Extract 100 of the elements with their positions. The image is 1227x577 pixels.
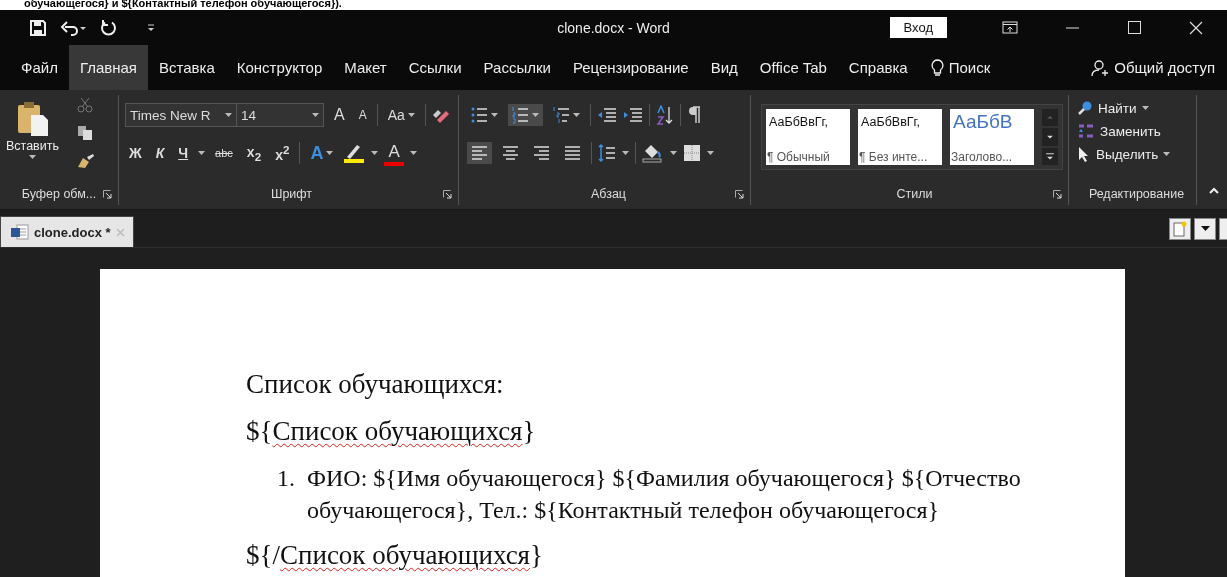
customize-toolbar-icon[interactable] bbox=[146, 22, 156, 33]
caret-icon bbox=[1200, 226, 1210, 231]
close-icon[interactable] bbox=[1189, 20, 1203, 35]
editing-button[interactable]: Найти bbox=[1077, 100, 1171, 116]
format-button[interactable]: Ч bbox=[174, 145, 193, 161]
grow-font-button[interactable]: A bbox=[330, 106, 349, 124]
text-align-icon bbox=[502, 144, 519, 162]
highlighter-icon[interactable] bbox=[343, 143, 366, 163]
format-button[interactable]: К bbox=[151, 145, 169, 161]
font-size-dropdown[interactable]: 14 bbox=[236, 103, 324, 127]
ribbon-tab[interactable]: Ссылки bbox=[397, 45, 473, 90]
copy-icon[interactable] bbox=[77, 125, 93, 141]
dialog-launcher-icon[interactable] bbox=[443, 190, 452, 199]
scroll-down-icon[interactable] bbox=[1042, 128, 1058, 146]
format-button[interactable]: x$_{2}$ bbox=[242, 143, 266, 163]
ribbon-tab[interactable]: Главная bbox=[68, 45, 148, 90]
group-label: Абзац bbox=[590, 187, 627, 201]
maximize-icon[interactable] bbox=[1127, 21, 1141, 34]
text-effects-button[interactable]: A bbox=[306, 140, 338, 166]
align-button[interactable] bbox=[467, 142, 492, 164]
ribbon-tab[interactable]: Вставка bbox=[148, 45, 226, 90]
decrease-indent-icon[interactable] bbox=[597, 107, 617, 123]
ribbon-tab[interactable]: Файл bbox=[10, 45, 69, 90]
caret-icon bbox=[491, 113, 498, 117]
format-button[interactable]: x$^{2}$ bbox=[271, 143, 294, 163]
format-button[interactable]: Ж bbox=[125, 145, 146, 161]
document-paragraph: ${/Список обучающихся} bbox=[246, 539, 544, 571]
pointer-icon bbox=[1077, 146, 1091, 162]
style-swatch[interactable]: АаБбВ Заголово... bbox=[950, 109, 1034, 165]
clipboard-icon bbox=[15, 101, 50, 137]
format-painter-icon[interactable] bbox=[77, 153, 95, 169]
change-case-button[interactable]: Aa bbox=[383, 105, 419, 125]
style-swatch[interactable]: АаБбВвГг, ¶ Без инте... bbox=[858, 109, 942, 165]
caret-icon bbox=[326, 151, 334, 155]
search-icon bbox=[1077, 100, 1093, 116]
paste-button[interactable]: Вставить bbox=[0, 95, 63, 183]
font-name-dropdown[interactable]: Times New R bbox=[125, 103, 237, 127]
editing-button[interactable]: Выделить bbox=[1077, 146, 1171, 162]
document-paragraph: Список обучающихся: bbox=[246, 368, 505, 400]
increase-indent-icon[interactable] bbox=[623, 107, 643, 123]
caret-icon bbox=[1163, 152, 1171, 156]
ribbon-tab[interactable]: Конструктор bbox=[225, 45, 334, 90]
caret-icon bbox=[532, 113, 539, 117]
list-number: 1. bbox=[277, 464, 296, 493]
line-spacing-icon[interactable] bbox=[598, 143, 616, 163]
caret-icon bbox=[407, 113, 415, 117]
document-tab[interactable]: clone.docx * bbox=[0, 216, 134, 247]
text-align-icon bbox=[564, 144, 581, 162]
caret-icon bbox=[573, 113, 580, 117]
format-button[interactable]: abc bbox=[211, 147, 237, 159]
ribbon-tab[interactable]: Макет bbox=[333, 45, 398, 90]
tab-list-button[interactable] bbox=[1194, 217, 1216, 240]
save-icon[interactable] bbox=[30, 19, 46, 36]
caret-icon bbox=[409, 151, 417, 155]
caret-icon bbox=[371, 151, 379, 155]
document-paragraph: ${Список обучающихся} bbox=[246, 415, 537, 447]
font-color-button[interactable]: A bbox=[384, 140, 404, 166]
caret-icon bbox=[670, 151, 677, 155]
list-button[interactable] bbox=[508, 104, 543, 126]
more-styles-icon[interactable] bbox=[1042, 147, 1058, 165]
window-title: clone.docx - Word bbox=[557, 19, 670, 36]
sign-in-button[interactable]: Вход bbox=[889, 17, 947, 38]
word-document-icon bbox=[11, 224, 29, 240]
group-label: Стили bbox=[896, 187, 933, 201]
dialog-launcher-icon[interactable] bbox=[1053, 190, 1062, 199]
style-swatch[interactable]: АаБбВвГг, ¶ Обычный bbox=[766, 109, 850, 165]
ribbon-tab[interactable]: Вид bbox=[699, 45, 749, 90]
sort-icon[interactable] bbox=[656, 105, 674, 125]
group-label: Буфер обм... bbox=[21, 187, 97, 201]
scissors-icon[interactable] bbox=[77, 97, 93, 113]
close-tab-button[interactable] bbox=[1219, 217, 1227, 240]
caret-icon bbox=[1141, 106, 1149, 110]
share-button[interactable]: Общий доступ bbox=[1079, 45, 1227, 90]
new-document-icon bbox=[1173, 220, 1187, 237]
collapse-ribbon-icon[interactable] bbox=[1209, 187, 1219, 194]
undo-icon[interactable] bbox=[60, 19, 86, 36]
editing-button[interactable]: Заменить bbox=[1077, 122, 1171, 140]
caret-icon bbox=[29, 155, 36, 159]
caret-icon bbox=[312, 113, 319, 117]
search-button[interactable]: Поиск bbox=[918, 45, 1003, 90]
ribbon-display-icon[interactable] bbox=[1002, 21, 1018, 34]
ribbon-tab[interactable]: Справка bbox=[837, 45, 919, 90]
shrink-font-button[interactable]: A bbox=[354, 108, 371, 122]
redo-icon[interactable] bbox=[100, 18, 118, 37]
text-align-icon bbox=[533, 144, 550, 162]
caret-icon bbox=[198, 151, 206, 155]
group-label: Редактирование bbox=[1088, 187, 1185, 201]
bulleted-list-icon bbox=[471, 106, 488, 124]
numbered-list-icon bbox=[512, 106, 529, 124]
new-document-button[interactable] bbox=[1169, 217, 1191, 240]
dialog-launcher-icon[interactable] bbox=[103, 190, 112, 199]
ribbon-tab[interactable]: Office Tab bbox=[748, 45, 838, 90]
dialog-launcher-icon[interactable] bbox=[735, 190, 744, 199]
ribbon-tab[interactable]: Рассылки bbox=[472, 45, 562, 90]
caret-icon bbox=[622, 151, 629, 155]
borders-icon[interactable] bbox=[683, 144, 701, 162]
ribbon-tab[interactable]: Рецензирование bbox=[561, 45, 700, 90]
pilcrow-icon[interactable] bbox=[687, 106, 701, 124]
minimize-icon[interactable] bbox=[1065, 26, 1079, 29]
paint-bucket-icon[interactable] bbox=[642, 143, 664, 163]
